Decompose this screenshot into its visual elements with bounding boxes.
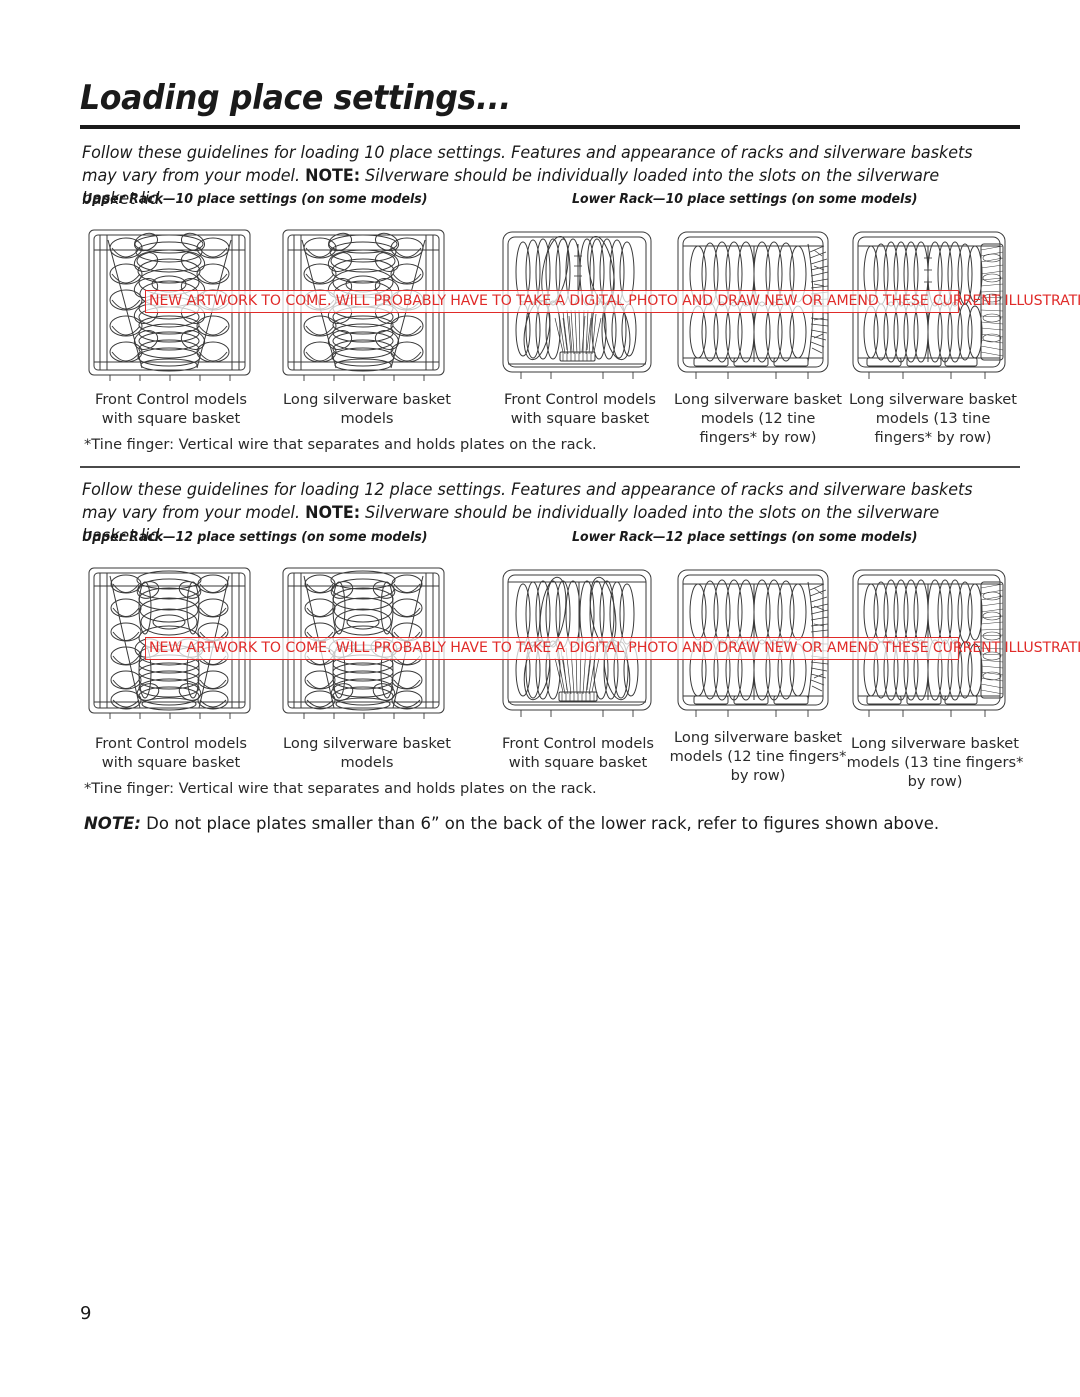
caption-lower-13-tine-12: Long silverware basket models (13 tine f…	[846, 735, 1024, 790]
page-title: Loading place settings...	[80, 78, 511, 118]
section-divider-12-place	[80, 466, 1020, 468]
page-number: 9	[80, 1303, 92, 1324]
revision-annotation-10-place: NEW ARTWORK TO COME. WILL PROBABLY HAVE …	[145, 290, 1080, 313]
bottom-note-label: NOTE:	[84, 814, 141, 834]
manual-page: Loading place settings... Follow these g…	[0, 0, 1080, 1397]
note-label: NOTE:	[305, 503, 361, 522]
caption-upper-square-basket-12: Front Control models with square basket	[95, 735, 247, 771]
lower-rack-label-10: Lower Rack—10 place settings (on some mo…	[572, 192, 918, 207]
title-divider	[80, 125, 1020, 129]
upper-rack-label-10: Upper Rack—10 place settings (on some mo…	[82, 192, 428, 207]
upper-rack-label-12: Upper Rack—12 place settings (on some mo…	[82, 530, 428, 545]
bottom-note: NOTE: Do not place plates smaller than 6…	[84, 814, 1006, 834]
bottom-note-text: Do not place plates smaller than 6” on t…	[140, 814, 940, 834]
footnote-tine-finger-10: *Tine finger: Vertical wire that separat…	[84, 436, 597, 453]
caption-upper-long-basket-10: Long silverware basket models	[283, 391, 451, 427]
caption-lower-square-basket-12: Front Control models with square basket	[502, 735, 654, 771]
caption-upper-long-basket-12: Long silverware basket models	[283, 735, 451, 771]
caption-lower-12-tine-12: Long silverware basket models (12 tine f…	[669, 729, 847, 784]
note-label: NOTE:	[305, 166, 361, 185]
caption-lower-square-basket-10: Front Control models with square basket	[504, 391, 656, 427]
caption-lower-12-tine-10: Long silverware basket models (12 tine f…	[674, 391, 842, 446]
footnote-tine-finger-12: *Tine finger: Vertical wire that separat…	[84, 780, 597, 797]
revision-annotation-12-place: NEW ARTWORK TO COME. WILL PROBABLY HAVE …	[145, 637, 1080, 660]
caption-upper-square-basket-10: Front Control models with square basket	[95, 391, 247, 427]
caption-lower-13-tine-10: Long silverware basket models (13 tine f…	[849, 391, 1017, 446]
lower-rack-label-12: Lower Rack—12 place settings (on some mo…	[572, 530, 918, 545]
